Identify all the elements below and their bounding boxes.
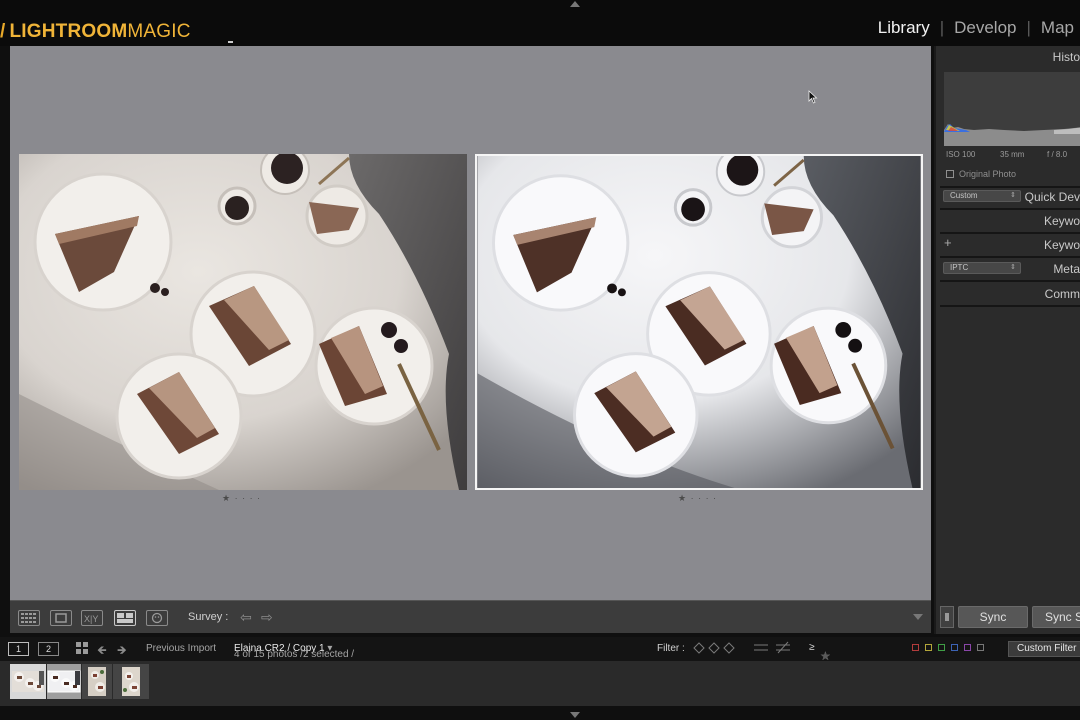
sync-button[interactable]: Sync: [958, 606, 1028, 628]
loupe-view-icon[interactable]: [50, 610, 72, 626]
module-map[interactable]: Map: [1041, 18, 1074, 37]
aperture-value: f / 8.0: [1047, 150, 1068, 159]
iso-value: ISO 100: [946, 150, 976, 159]
people-view-icon[interactable]: [146, 610, 168, 626]
quick-develop-panel-header[interactable]: Quick Dev: [1025, 190, 1080, 204]
sync-settings-button[interactable]: Sync S: [1032, 606, 1080, 628]
photo-candidate-after[interactable]: [475, 154, 923, 490]
comments-panel-header[interactable]: Comm: [1045, 287, 1080, 301]
collapse-top-panel-icon[interactable]: [570, 1, 580, 7]
keywording-panel-header[interactable]: Keywo: [1044, 214, 1080, 228]
panel-divider: [940, 186, 1080, 188]
purple-label-icon[interactable]: [964, 644, 971, 651]
cursor-mark: [228, 41, 233, 43]
filmstrip-thumbnail[interactable]: [10, 664, 46, 699]
module-separator: |: [1026, 18, 1031, 37]
survey-view-icon[interactable]: [114, 610, 136, 626]
panel-divider: [940, 232, 1080, 234]
right-panel: Histo ISO 100 35 mm f / 8.0 Original Pho…: [934, 46, 1080, 634]
back-arrow-icon[interactable]: 🡸: [97, 641, 107, 662]
top-bar: / LIGHTROOMMAGIC Library | Develop | Map: [0, 0, 1080, 46]
panel-divider: [940, 256, 1080, 258]
brand-secondary: MAGIC: [127, 21, 191, 42]
add-keyword-icon[interactable]: +: [944, 235, 952, 250]
previous-arrow-icon[interactable]: ⇦: [240, 609, 252, 626]
saved-preset-value: Custom: [950, 191, 978, 200]
metadata-panel-header[interactable]: Meta: [1053, 262, 1080, 276]
histogram: [944, 72, 1080, 146]
svg-text:X|Y: X|Y: [84, 614, 98, 624]
filter-label: Filter :: [657, 643, 685, 654]
source-label[interactable]: Previous Import: [146, 643, 216, 654]
original-photo-label: Original Photo: [959, 169, 1017, 179]
select-arrows-icon: ⇕: [1010, 192, 1016, 199]
compare-view-icon[interactable]: X|Y: [81, 610, 103, 626]
mouse-pointer-icon: [808, 90, 818, 104]
photo-count-text: 4 of 15 photos /2 selected /: [234, 649, 355, 660]
metadata-preset-value: IPTC: [950, 263, 969, 272]
photo-candidate-before[interactable]: [19, 154, 467, 490]
module-develop[interactable]: Develop: [954, 18, 1016, 37]
brand-primary: LIGHTROOM: [9, 21, 128, 42]
metadata-preset-select[interactable]: IPTC ⇕: [943, 262, 1021, 274]
module-picker: Library | Develop | Map: [878, 18, 1074, 38]
photo-rating-before[interactable]: ★ · · · ·: [222, 493, 261, 504]
grid-view-icon[interactable]: [18, 610, 40, 626]
histogram-graph: [944, 124, 1080, 146]
photo-count-label[interactable]: 4 of 15 photos /2 selected / Elaina.CR2 /…: [234, 643, 354, 660]
filmstrip-thumbnail[interactable]: [47, 664, 81, 699]
green-label-icon[interactable]: [938, 644, 945, 651]
module-separator: |: [939, 18, 945, 37]
rating-operator[interactable]: ≥: [809, 642, 815, 653]
forward-arrow-icon[interactable]: 🡺: [117, 641, 127, 662]
filmstrip-thumbnail[interactable]: [82, 664, 112, 699]
saved-preset-select[interactable]: Custom ⇕: [943, 190, 1021, 202]
filmstrip: [0, 661, 1080, 706]
collapse-filmstrip-icon[interactable]: [570, 712, 580, 718]
histogram-panel-header[interactable]: Histo: [1053, 50, 1080, 64]
original-photo-toggle[interactable]: Original Photo: [946, 169, 1016, 179]
second-screen-button[interactable]: 2: [38, 642, 59, 656]
survey-canvas: ★ · · · · ★ · · · ·: [10, 46, 931, 600]
panel-divider: [940, 208, 1080, 210]
color-label-filters[interactable]: [912, 643, 990, 654]
yellow-label-icon[interactable]: [925, 644, 932, 651]
main-screen-button[interactable]: 1: [8, 642, 29, 656]
panel-divider: [940, 280, 1080, 282]
custom-filter-select[interactable]: Custom Filter: [1008, 641, 1080, 657]
no-label-icon[interactable]: [977, 644, 984, 651]
select-arrows-icon: ⇕: [1010, 264, 1016, 271]
cake-photo-before: [19, 154, 467, 490]
keyword-list-panel-header[interactable]: Keywo: [1044, 238, 1080, 252]
toolbar-options-dropdown-icon[interactable]: [913, 614, 923, 620]
blue-label-icon[interactable]: [951, 644, 958, 651]
red-label-icon[interactable]: [912, 644, 919, 651]
library-toolbar: X|Y Survey : ⇦ ⇨: [10, 600, 931, 633]
lightroom-window: /LIGHTROOMMAGIC Library | Develop | Map: [0, 0, 1080, 720]
panel-divider: [940, 305, 1080, 307]
photo-rating-after[interactable]: ★ · · · ·: [678, 493, 717, 504]
brand-logo: / LIGHTROOMMAGIC: [0, 21, 191, 43]
cake-photo-after: [477, 156, 921, 488]
logo-slash: /: [0, 21, 6, 42]
module-library[interactable]: Library: [878, 18, 930, 37]
auto-sync-switch[interactable]: [940, 606, 954, 628]
grid-icon[interactable]: [76, 642, 88, 657]
filmstrip-thumbnail[interactable]: [113, 664, 149, 699]
survey-label: Survey :: [188, 611, 229, 623]
original-photo-checkbox[interactable]: [946, 170, 954, 178]
filmstrip-header: 1 2 🡸 🡺 Previous Import 4 of 15 photos /…: [0, 637, 1080, 663]
flag-filter-icons[interactable]: [692, 641, 738, 658]
focal-length-value: 35 mm: [1000, 150, 1025, 159]
next-arrow-icon[interactable]: ⇨: [261, 609, 273, 626]
edit-filter-icons[interactable]: [752, 641, 794, 658]
